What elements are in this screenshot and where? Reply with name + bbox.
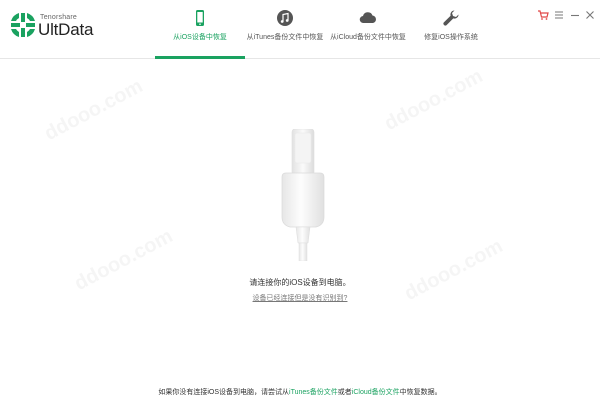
tab-label: 从iOS设备中恢复: [173, 34, 227, 41]
header-bar: Tenorshare UltData 从iOS设备中恢复 从iTunes备份文件…: [0, 0, 600, 59]
wrench-icon: [443, 10, 459, 26]
tab-label: 修复iOS操作系统: [424, 34, 478, 41]
tab-label: 从iCloud备份文件中恢复: [330, 34, 406, 41]
itunes-backup-link[interactable]: iTunes备份文件: [289, 389, 338, 396]
footer-suffix: 中恢复数据。: [399, 389, 442, 396]
device-not-recognized-link[interactable]: 设备已经连接但是没有识别到?: [0, 293, 600, 303]
minimize-icon[interactable]: [569, 9, 581, 21]
tab-repair-ios-system[interactable]: 修复iOS操作系统: [414, 0, 488, 58]
icloud-backup-link[interactable]: iCloud备份文件: [352, 389, 400, 396]
cart-icon[interactable]: [537, 9, 549, 21]
footer-hint: 如果你没有连接iOS设备到电脑，请尝试从iTunes备份文件或者iCloud备份…: [0, 387, 600, 397]
close-icon[interactable]: [584, 9, 596, 21]
lightning-cable-illustration: [281, 129, 325, 261]
footer-prefix: 如果你没有连接iOS设备到电脑，请尝试从: [158, 389, 290, 396]
tab-recover-from-itunes-backup[interactable]: 从iTunes备份文件中恢复: [243, 0, 327, 58]
connect-device-message: 请连接你的iOS设备到电脑。: [249, 278, 351, 287]
main-panel: ddooo.com ddooo.com ddooo.com ddooo.com …: [0, 59, 600, 414]
ultdata-logo-icon: [11, 13, 35, 37]
phone-icon: [196, 10, 204, 26]
tab-label: 从iTunes备份文件中恢复: [246, 34, 324, 41]
cloud-icon: [359, 12, 376, 24]
tab-recover-from-ios-device[interactable]: 从iOS设备中恢复: [155, 0, 245, 59]
footer-middle: 或者: [337, 389, 352, 396]
tab-recover-from-icloud-backup[interactable]: 从iCloud备份文件中恢复: [326, 0, 410, 58]
brand-name: UltData: [38, 20, 94, 39]
music-note-icon: [277, 10, 293, 26]
watermark: ddooo.com: [380, 65, 487, 136]
menu-icon[interactable]: [553, 9, 565, 21]
watermark: ddooo.com: [40, 75, 147, 146]
